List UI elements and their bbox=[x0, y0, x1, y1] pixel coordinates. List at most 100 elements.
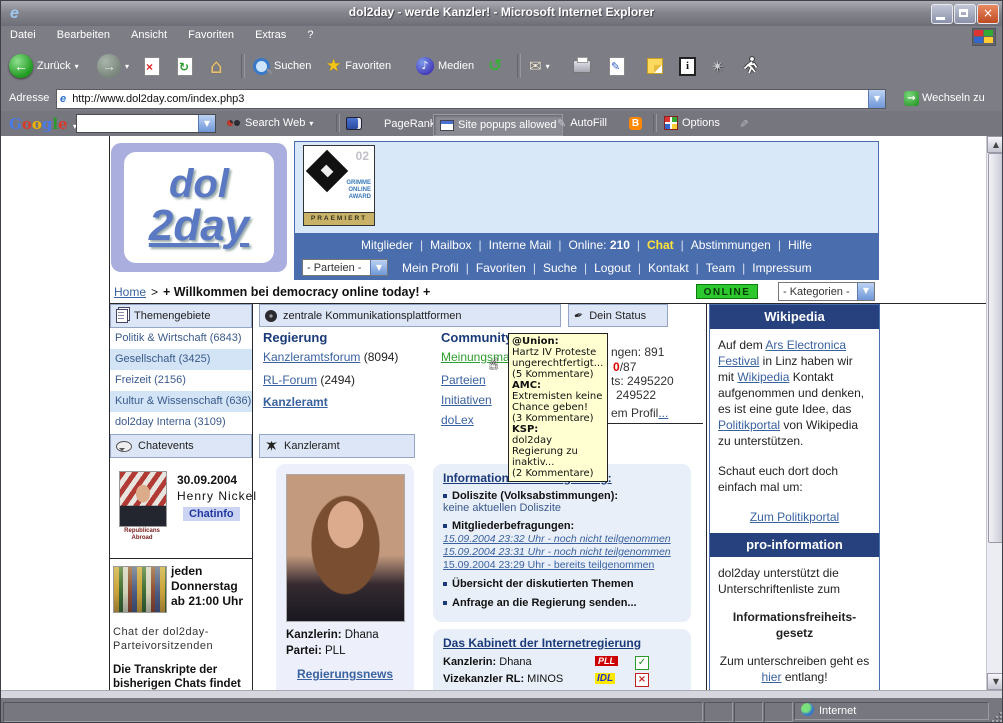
befragung-link-2[interactable]: 15.09.2004 23:31 Uhr - noch nicht teilge… bbox=[443, 546, 681, 558]
politikportal-link[interactable]: Politikportal bbox=[718, 418, 780, 432]
highlight-button[interactable]: ✎ bbox=[739, 114, 748, 132]
title-bar[interactable]: e dol2day - werde Kanzler! - Microsoft I… bbox=[1, 1, 1002, 26]
chatinfo-button[interactable]: Chatinfo bbox=[183, 507, 240, 521]
nav-impressum[interactable]: Impressum bbox=[752, 261, 811, 275]
dol2day-logo[interactable]: dol 2day bbox=[111, 143, 287, 272]
search-web-button[interactable]: Search Web ▾ bbox=[227, 114, 313, 132]
menu-datei[interactable]: Datei bbox=[1, 26, 45, 44]
grimme-award-badge[interactable]: 02 GRIMMEONLINEAWARD PRAEMIERT bbox=[303, 145, 375, 226]
google-search-input[interactable]: ▼ bbox=[76, 114, 216, 133]
parteien-link[interactable]: Parteien bbox=[441, 373, 486, 387]
parteien-dropdown-icon[interactable]: ▼ bbox=[370, 260, 387, 275]
blogger-button[interactable]: B bbox=[629, 114, 642, 132]
search-label: Suchen bbox=[274, 60, 311, 72]
favorites-button[interactable]: ★ Favoriten bbox=[326, 52, 391, 80]
befragung-link-1[interactable]: 15.09.2004 23:32 Uhr - noch nicht teilge… bbox=[443, 533, 681, 545]
stop-button[interactable]: × bbox=[144, 52, 160, 80]
google-logo[interactable]: Google ▾ bbox=[9, 115, 77, 133]
aim-button[interactable] bbox=[743, 52, 758, 80]
nav-mailbox[interactable]: Mailbox bbox=[430, 238, 471, 252]
close-button[interactable]: × bbox=[977, 4, 999, 24]
kategorien-dropdown-icon[interactable]: ▼ bbox=[857, 283, 874, 300]
nav-mein-profil[interactable]: Mein Profil bbox=[402, 261, 459, 275]
menu-extras[interactable]: Extras bbox=[246, 26, 295, 44]
back-button[interactable]: ← Zurück ▾ bbox=[9, 52, 79, 80]
menu-hilfe[interactable]: ? bbox=[298, 26, 322, 44]
minimize-button[interactable] bbox=[931, 4, 953, 24]
address-dropdown-icon[interactable]: ▼ bbox=[868, 90, 885, 108]
google-search-dropdown-icon[interactable]: ▼ bbox=[198, 115, 215, 132]
nav-chat[interactable]: Chat bbox=[647, 238, 674, 252]
pagerank-label[interactable]: PageRank bbox=[384, 118, 435, 130]
nav-team[interactable]: Team bbox=[706, 261, 735, 275]
print-button[interactable] bbox=[573, 52, 591, 80]
address-input[interactable]: e http://www.dol2day.com/index.php3 ▼ bbox=[56, 89, 886, 109]
nav-favoriten[interactable]: Favoriten bbox=[476, 261, 526, 275]
forward-button[interactable]: → ▾ bbox=[97, 52, 129, 80]
resize-grip[interactable] bbox=[992, 712, 1002, 722]
netscape-button[interactable]: ✴ bbox=[711, 52, 724, 80]
back-dropdown-icon[interactable]: ▾ bbox=[75, 62, 79, 71]
book-icon bbox=[346, 117, 362, 130]
kategorien-dropdown[interactable]: - Kategorien - ▼ bbox=[778, 282, 875, 301]
zum-politikportal-link[interactable]: Zum Politikportal bbox=[750, 510, 839, 524]
scroll-down-button[interactable]: ▼ bbox=[987, 673, 1003, 690]
rl-forum-link[interactable]: RL-Forum bbox=[263, 373, 317, 387]
media-label: Medien bbox=[438, 60, 474, 72]
regierungsnews-link[interactable]: Regierungsnews bbox=[297, 667, 393, 681]
news-button[interactable] bbox=[346, 114, 362, 132]
scroll-up-button[interactable]: ▲ bbox=[987, 136, 1003, 153]
mail-button[interactable]: ✉ ▾ bbox=[529, 52, 550, 80]
history-button[interactable]: ↺ bbox=[488, 52, 502, 80]
home-button[interactable]: ⌂ bbox=[210, 52, 223, 80]
uebersicht-link[interactable]: Übersicht der diskutierten Themen bbox=[443, 578, 681, 590]
nav-hilfe[interactable]: Hilfe bbox=[788, 238, 812, 252]
nav-interne-mail[interactable]: Interne Mail bbox=[489, 238, 552, 252]
options-button[interactable]: Options bbox=[664, 114, 720, 132]
maximize-button[interactable] bbox=[954, 4, 976, 24]
horizontal-scrollbar-strip[interactable] bbox=[1, 690, 1003, 698]
search-button[interactable]: Suchen bbox=[253, 52, 311, 80]
icq-button[interactable]: i bbox=[679, 52, 696, 80]
vertical-scrollbar[interactable]: ▲ ▼ bbox=[986, 136, 1003, 690]
sidebar-item-interna[interactable]: dol2day Interna (3109) bbox=[110, 412, 252, 433]
search-web-dropdown-icon[interactable]: ▾ bbox=[309, 119, 313, 128]
themengebiete-list: Politik & Wirtschaft (6843) Gesellschaft… bbox=[110, 328, 252, 433]
scrollbar-thumb[interactable] bbox=[988, 153, 1003, 543]
sidebar-item-kultur[interactable]: Kultur & Wissenschaft (636) bbox=[110, 391, 252, 412]
anfrage-link[interactable]: Anfrage an die Regierung senden... bbox=[443, 597, 681, 609]
nav-suche[interactable]: Suche bbox=[543, 261, 577, 275]
mail-dropdown-icon[interactable]: ▾ bbox=[546, 62, 550, 71]
menu-bearbeiten[interactable]: Bearbeiten bbox=[48, 26, 119, 44]
sidebar-item-politik[interactable]: Politik & Wirtschaft (6843) bbox=[110, 328, 252, 349]
refresh-button[interactable]: ↻ bbox=[177, 52, 193, 80]
nav-kontakt[interactable]: Kontakt bbox=[648, 261, 689, 275]
kanzleramtsforum-link[interactable]: Kanzleramtsforum bbox=[263, 350, 360, 364]
dolex-link[interactable]: doLex bbox=[441, 413, 474, 427]
popup-blocker-button[interactable]: Site popups allowed bbox=[433, 114, 563, 136]
wikipedia-link[interactable]: Wikipedia bbox=[737, 370, 789, 384]
nav-mitglieder[interactable]: Mitglieder bbox=[361, 238, 413, 252]
initiativen-link[interactable]: Initiativen bbox=[441, 393, 492, 407]
nav-abstimmungen[interactable]: Abstimmungen bbox=[691, 238, 771, 252]
media-button[interactable]: ♪ Medien bbox=[416, 52, 474, 80]
go-button[interactable]: → Wechseln zu bbox=[904, 89, 985, 107]
autofill-label: AutoFill bbox=[570, 117, 607, 129]
menu-ansicht[interactable]: Ansicht bbox=[122, 26, 176, 44]
sidebar-item-freizeit[interactable]: Freizeit (2156) bbox=[110, 370, 252, 391]
online-status-button[interactable]: ONLINE bbox=[696, 284, 758, 299]
nav-logout[interactable]: Logout bbox=[594, 261, 631, 275]
sidebar-item-gesellschaft[interactable]: Gesellschaft (3425) bbox=[110, 349, 252, 370]
menu-favoriten[interactable]: Favoriten bbox=[179, 26, 243, 44]
profile-link[interactable]: ... bbox=[658, 406, 668, 420]
unterschreiben-hier-link[interactable]: hier bbox=[761, 670, 781, 684]
status-line: 249522 bbox=[616, 388, 656, 402]
breadcrumb-home-link[interactable]: Home bbox=[114, 285, 146, 299]
forward-dropdown-icon[interactable]: ▾ bbox=[125, 62, 129, 71]
edit-button[interactable]: ✎ bbox=[609, 52, 625, 80]
autofill-button[interactable]: ✎ AutoFill bbox=[557, 114, 607, 132]
befragung-link-3[interactable]: 15.09.2004 23:29 Uhr - bereits teilgenom… bbox=[443, 559, 681, 571]
messenger-button[interactable] bbox=[647, 52, 663, 80]
parteien-dropdown[interactable]: - Parteien - ▼ bbox=[302, 259, 388, 276]
kanzleramt-link[interactable]: Kanzleramt bbox=[263, 395, 328, 409]
